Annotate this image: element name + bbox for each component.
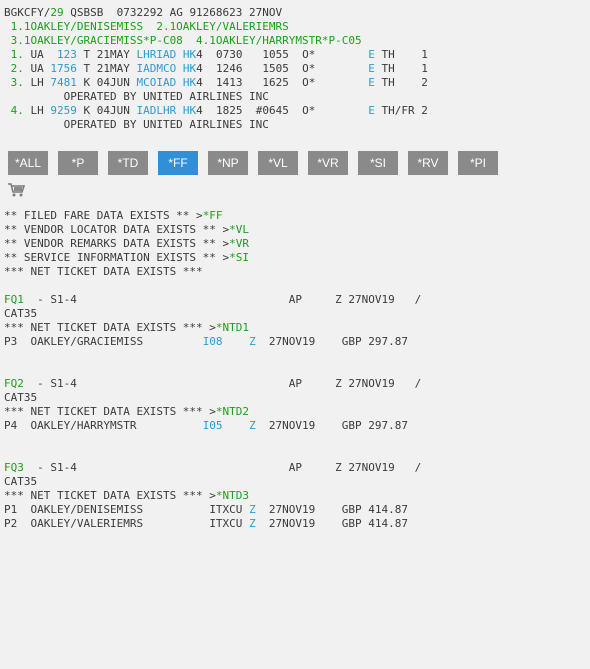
ntd-link[interactable]: *NTD3: [216, 489, 249, 502]
z-link[interactable]: Z: [249, 335, 256, 348]
fare-quote-header: FQ3 - S1-4 AP Z 27NOV19 /: [4, 461, 422, 474]
ff-link[interactable]: *FF: [203, 209, 223, 222]
flight-number[interactable]: 123: [50, 48, 77, 61]
status-link[interactable]: HK: [176, 76, 196, 89]
operated-by: OPERATED BY UNITED AIRLINES INC: [4, 118, 269, 131]
segment-row: 2. UA 1756 T 21MAY IADMCO HK4 1246 1505 …: [4, 62, 428, 75]
flight-number[interactable]: 1756: [50, 62, 77, 75]
record-rest: QSBSB 0732292 AG 91268623 27NOV: [63, 6, 283, 19]
net-ticket-line: *** NET TICKET DATA EXISTS *** >*NTD1: [4, 321, 250, 334]
fq-link[interactable]: FQ1: [4, 293, 24, 306]
message-line: ** SERVICE INFORMATION EXISTS ** >*SI: [4, 251, 250, 264]
eticket-flag[interactable]: E: [368, 104, 375, 117]
route-link[interactable]: MCOIAD: [136, 76, 176, 89]
passenger-fare-row: P3 OAKLEY/GRACIEMISS I08 Z 27NOV19 GBP 2…: [4, 335, 409, 348]
route-link[interactable]: IADLHR: [136, 104, 176, 117]
eticket-flag[interactable]: E: [368, 76, 375, 89]
names-line-2[interactable]: 3.1OAKLEY/GRACIEMISS*P-C08 4.1OAKLEY/HAR…: [4, 34, 362, 47]
names-line-1[interactable]: 1.1OAKLEY/DENISEMISS 2.1OAKLEY/VALERIEMR…: [4, 20, 289, 33]
z-link[interactable]: Z: [249, 517, 256, 530]
fq-link[interactable]: FQ3: [4, 461, 24, 474]
status-link[interactable]: HK: [176, 48, 196, 61]
passenger-fare-row: P1 OAKLEY/DENISEMISS ITXCU Z 27NOV19 GBP…: [4, 503, 409, 516]
message-line: *** NET TICKET DATA EXISTS ***: [4, 265, 203, 278]
passenger-fare-row: P2 OAKLEY/VALERIEMRS ITXCU Z 27NOV19 GBP…: [4, 517, 409, 530]
tab-vr[interactable]: *VR: [308, 151, 348, 175]
fq-link[interactable]: FQ2: [4, 377, 24, 390]
operated-by: OPERATED BY UNITED AIRLINES INC: [4, 90, 269, 103]
tab-p[interactable]: *P: [58, 151, 98, 175]
ntd-link[interactable]: *NTD1: [216, 321, 249, 334]
cat-line: CAT35: [4, 391, 38, 404]
fare-code: ITXCU: [209, 503, 243, 516]
record-prefix: BGKCFY/: [4, 6, 51, 19]
tab-td[interactable]: *TD: [108, 151, 148, 175]
z-link[interactable]: Z: [249, 419, 256, 432]
terminal-top: BGKCFY/29 QSBSB 0732292 AG 91268623 27NO…: [4, 6, 428, 132]
vr-link[interactable]: *VR: [229, 237, 249, 250]
route-link[interactable]: LHRIAD: [136, 48, 176, 61]
fare-code-link[interactable]: I08: [203, 335, 223, 348]
fare-quote-header: FQ1 - S1-4 AP Z 27NOV19 /: [4, 293, 422, 306]
segment-row: 3. LH 7481 K 04JUN MCOIAD HK4 1413 1625 …: [4, 76, 428, 89]
net-ticket-line: *** NET TICKET DATA EXISTS *** >*NTD3: [4, 489, 250, 502]
vl-link[interactable]: *VL: [229, 223, 249, 236]
segment-row: 4. LH 9259 K 04JUN IADLHR HK4 1825 #0645…: [4, 104, 428, 117]
si-link[interactable]: *SI: [229, 251, 249, 264]
fare-quote-header: FQ2 - S1-4 AP Z 27NOV19 /: [4, 377, 422, 390]
tab-all[interactable]: *ALL: [8, 151, 48, 175]
message-line: ** VENDOR LOCATOR DATA EXISTS ** >*VL: [4, 223, 250, 236]
flight-number[interactable]: 7481: [50, 76, 77, 89]
route-link[interactable]: IADMCO: [136, 62, 176, 75]
status-link[interactable]: HK: [176, 104, 196, 117]
passenger-fare-row: P4 OAKLEY/HARRYMSTR I05 Z 27NOV19 GBP 29…: [4, 419, 409, 432]
status-link[interactable]: HK: [176, 62, 196, 75]
flight-number[interactable]: 9259: [50, 104, 77, 117]
agent-code[interactable]: 29: [50, 6, 63, 19]
ntd-link[interactable]: *NTD2: [216, 405, 249, 418]
tab-rv[interactable]: *RV: [408, 151, 448, 175]
z-link[interactable]: Z: [249, 503, 256, 516]
eticket-flag[interactable]: E: [368, 62, 375, 75]
message-line: ** VENDOR REMARKS DATA EXISTS ** >*VR: [4, 237, 250, 250]
tab-pi[interactable]: *PI: [458, 151, 498, 175]
fare-code: ITXCU: [209, 517, 243, 530]
message-line: ** FILED FARE DATA EXISTS ** >*FF: [4, 209, 223, 222]
net-ticket-line: *** NET TICKET DATA EXISTS *** >*NTD2: [4, 405, 250, 418]
terminal-bottom: ** FILED FARE DATA EXISTS ** >*FF ** VEN…: [4, 209, 421, 531]
tab-ff[interactable]: *FF: [158, 151, 198, 175]
eticket-flag[interactable]: E: [368, 48, 375, 61]
fare-code-link[interactable]: I05: [203, 419, 223, 432]
tab-si[interactable]: *SI: [358, 151, 398, 175]
tab-np[interactable]: *NP: [208, 151, 248, 175]
segment-row: 1. UA 123 T 21MAY LHRIAD HK4 0730 1055 O…: [4, 48, 428, 61]
tab-vl[interactable]: *VL: [258, 151, 298, 175]
shopping-cart-icon[interactable]: [7, 182, 25, 198]
cat-line: CAT35: [4, 475, 38, 488]
cat-line: CAT35: [4, 307, 38, 320]
